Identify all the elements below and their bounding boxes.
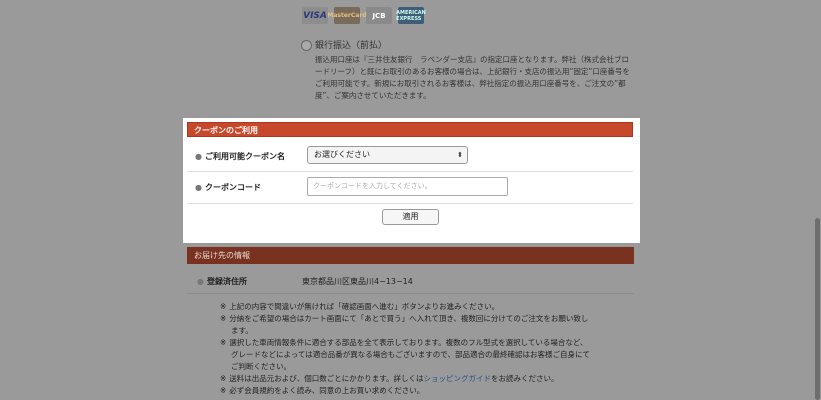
available-coupon-label-text: ご利用可能クーポン名	[204, 152, 285, 161]
registered-address-label-text: 登録済住所	[206, 277, 247, 286]
select-arrows-icon: ⬍	[457, 151, 463, 159]
note-item: ※ 選択した車両情報条件に適合する部品を全て表示しております。複数のフル型式を選択…	[220, 337, 590, 373]
note-text: 必ず会員規約をよく読み、同意の上お買い求めください。	[229, 386, 425, 395]
available-coupon-label: ● ご利用可能クーポン名	[195, 151, 285, 162]
coupon-select-value: お選びください	[314, 150, 370, 159]
note-item: ※ 送料は出品元および、個口数ごとにかかります。詳しくはショッピングガイドをお読み…	[220, 373, 590, 385]
bank-transfer-label[interactable]: 銀行振込（前払）	[315, 38, 387, 51]
note-item: ※ 上記の内容で間違いが無ければ「確認画面へ進む」ボタンよりお進みください。	[220, 301, 590, 313]
coupon-code-label-text: クーポンコード	[204, 183, 261, 192]
coupon-panel: クーポンのご利用 ● ご利用可能クーポン名 お選びください ⬍ ● クーポンコード …	[183, 118, 640, 243]
coupon-code-input[interactable]: クーポンコードを入力してください。	[307, 177, 508, 196]
apply-coupon-button[interactable]: 適用	[382, 209, 439, 225]
registered-address-label: ● 登録済住所	[197, 276, 247, 287]
note-item: ※ 必ず会員規約をよく読み、同意の上お買い求めください。	[220, 385, 590, 397]
coupon-code-label: ● クーポンコード	[195, 182, 261, 193]
notes-list: ※ 上記の内容で間違いが無ければ「確認画面へ進む」ボタンよりお進みください。 ※ 分…	[220, 301, 590, 397]
coupon-section-header: クーポンのご利用	[187, 122, 633, 137]
row-divider	[187, 171, 633, 172]
page-scrollbar[interactable]	[815, 218, 820, 400]
bank-transfer-radio[interactable]	[301, 40, 312, 51]
card-brand-list: VISA MasterCard JCB AMERICAN EXPRESS	[302, 7, 426, 24]
note-text: 選択した車両情報条件に適合する部品を全て表示しております。複数のフル型式を選択し…	[229, 338, 590, 371]
note-text: をお読みください。	[491, 374, 559, 383]
coupon-select[interactable]: お選びください ⬍	[307, 146, 468, 164]
amex-card-icon: AMERICAN EXPRESS	[396, 7, 426, 24]
delivery-section-header: お届け先の情報	[187, 247, 634, 264]
mastercard-icon: MasterCard	[327, 7, 367, 24]
shopping-guide-link[interactable]: ショッピングガイド	[424, 374, 492, 383]
note-mark: ※	[220, 386, 227, 395]
jcb-card-icon: JCB	[366, 7, 392, 24]
bullet-icon: ●	[195, 152, 202, 161]
row-divider	[187, 293, 634, 294]
checkout-page: VISA MasterCard JCB AMERICAN EXPRESS 銀行振…	[0, 0, 821, 400]
bank-transfer-description: 振込用口座は『三井住友銀行 ラベンダー支店』の指定口座となります。弊社（株式会社…	[315, 55, 630, 100]
row-divider	[187, 203, 633, 204]
note-mark: ※	[220, 374, 227, 383]
note-mark: ※	[220, 302, 227, 311]
visa-card-icon: VISA	[302, 7, 328, 24]
note-text: 上記の内容で間違いが無ければ「確認画面へ進む」ボタンよりお進みください。	[229, 302, 500, 311]
note-mark: ※	[220, 314, 227, 323]
note-mark: ※	[220, 338, 227, 347]
note-item: ※ 分納をご希望の場合はカート画面にて「あとで買う」へ入れて頂き、複数回に分けての…	[220, 313, 590, 337]
bullet-icon: ●	[195, 183, 202, 192]
bullet-icon: ●	[197, 277, 204, 286]
registered-address-value: 東京都品川区東品川4−13−14	[302, 277, 413, 286]
note-text: 分納をご希望の場合はカート画面にて「あとで買う」へ入れて頂き、複数回に分けてのご…	[229, 314, 589, 335]
note-text: 送料は出品元および、個口数ごとにかかります。詳しくは	[229, 374, 424, 383]
